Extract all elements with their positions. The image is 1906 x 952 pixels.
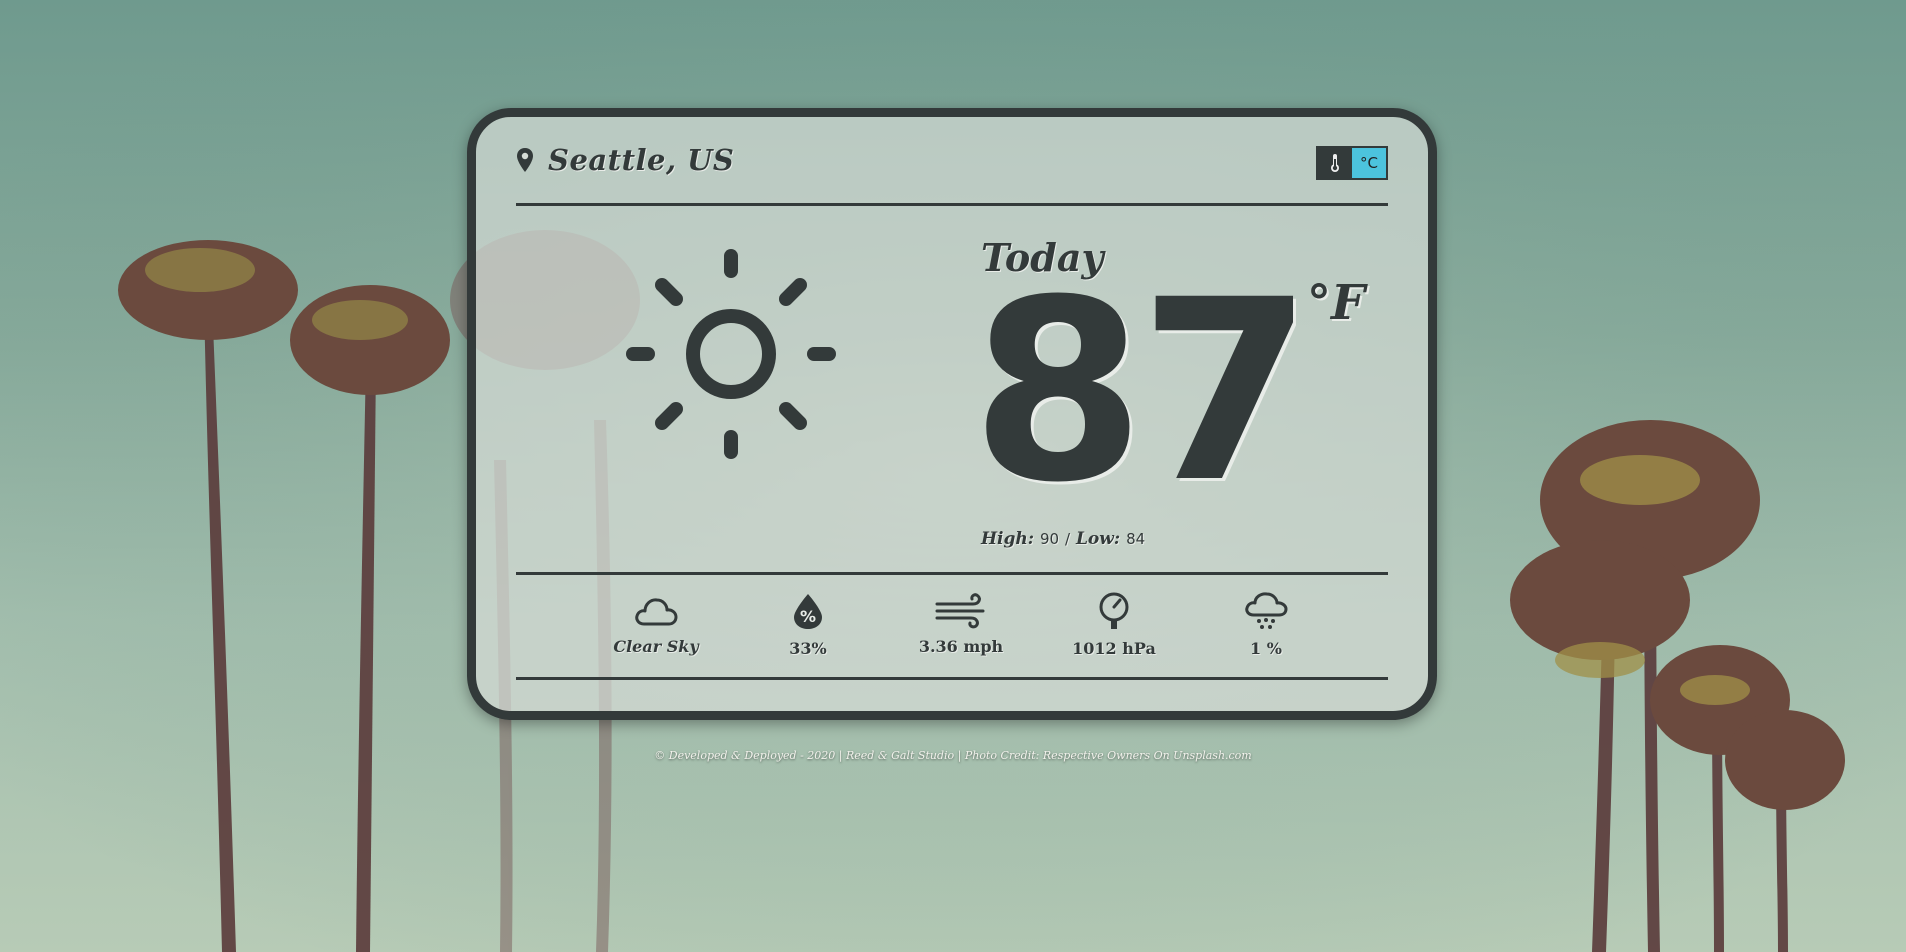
location-name: Seattle, US	[548, 143, 735, 177]
thermometer-icon	[1318, 148, 1352, 178]
sun-icon	[626, 249, 836, 459]
temperature-unit: °F	[1307, 275, 1366, 331]
divider	[516, 677, 1388, 680]
cloud-icon	[635, 598, 678, 626]
hilo-separator: /	[1064, 530, 1071, 548]
low-label: Low:	[1075, 529, 1121, 549]
wind-detail: 3.36 mph	[901, 591, 1021, 656]
celsius-label: °C	[1352, 148, 1386, 178]
wind-value: 3.36 mph	[918, 637, 1004, 656]
condition-detail: Clear Sky	[596, 591, 716, 656]
weather-card: Seattle, US °C Today 87 °F High: 90 / Lo…	[467, 108, 1437, 720]
precipitation-detail: 1 %	[1206, 591, 1326, 658]
divider	[516, 203, 1388, 206]
precipitation-value: 1 %	[1250, 639, 1282, 658]
rain-cloud-icon	[1245, 592, 1288, 629]
weather-details: Clear Sky % 33% 3.36 mph 1012 hPa 1 %	[476, 591, 1428, 671]
map-pin-icon	[517, 148, 533, 172]
pressure-value: 1012 hPa	[1072, 639, 1156, 658]
low-value: 84	[1126, 530, 1146, 548]
unit-toggle-button[interactable]: °C	[1316, 146, 1388, 180]
card-header: Seattle, US °C	[516, 143, 1388, 183]
divider	[516, 572, 1388, 575]
wind-icon	[935, 593, 985, 629]
condition-value: Clear Sky	[613, 637, 699, 656]
high-label: High:	[981, 529, 1035, 549]
pressure-detail: 1012 hPa	[1054, 591, 1174, 658]
svg-text:%: %	[800, 607, 816, 626]
pressure-gauge-icon	[1099, 592, 1129, 629]
humidity-detail: % 33%	[748, 591, 868, 658]
humidity-value: 33%	[789, 639, 827, 658]
humidity-drop-icon: %	[794, 594, 822, 629]
current-temperature: 87	[971, 246, 1313, 537]
footer-credits: © Developed & Deployed - 2020 | Reed & G…	[654, 749, 1252, 762]
high-low: High: 90 / Low: 84	[981, 529, 1145, 549]
high-value: 90	[1039, 530, 1060, 548]
